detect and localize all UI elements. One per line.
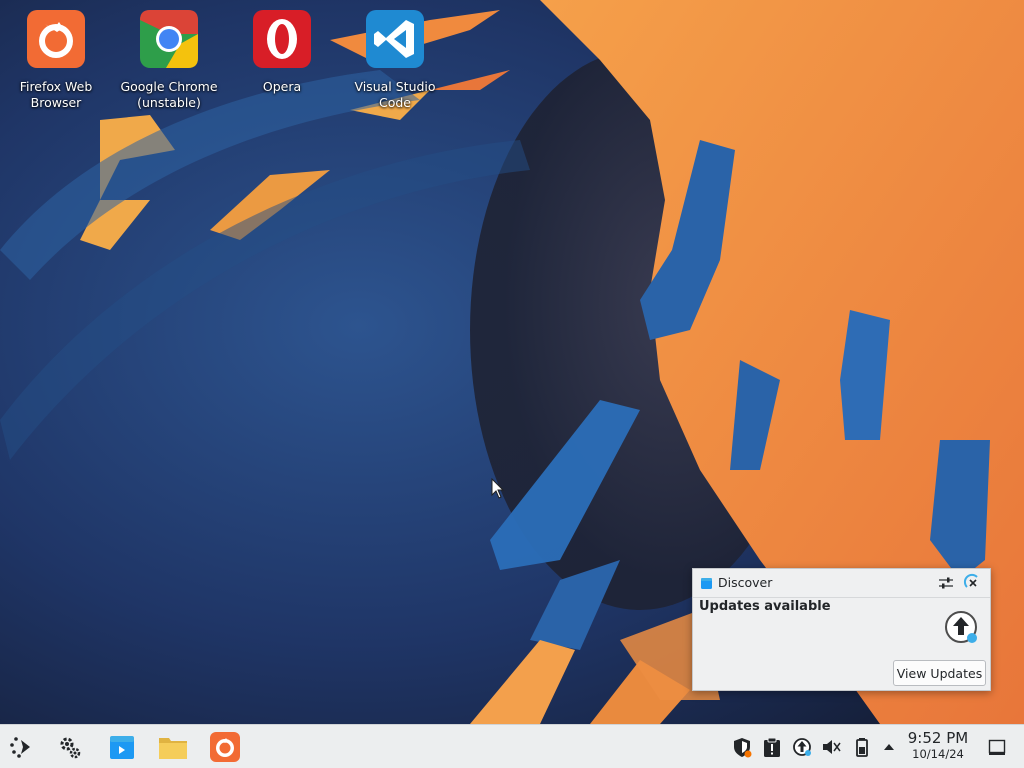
notification-title: Updates available	[699, 599, 831, 614]
desktop-icon-label: Visual Studio Code	[354, 79, 436, 110]
discover-icon[interactable]	[106, 731, 138, 763]
close-icon[interactable]	[963, 573, 983, 593]
settings-sliders-icon[interactable]	[937, 574, 955, 592]
notification-app-name: Discover	[718, 575, 773, 590]
opera-icon	[253, 10, 311, 68]
volume-muted-icon[interactable]	[820, 736, 842, 758]
desktop-icon-vscode[interactable]: Visual Studio Code	[340, 10, 450, 111]
vault-icon[interactable]	[731, 736, 753, 758]
show-desktop-icon[interactable]	[986, 736, 1008, 758]
application-launcher-icon[interactable]	[6, 731, 38, 763]
chrome-icon	[140, 10, 198, 68]
notification-popup: Discover Updates available View Updates	[692, 568, 991, 691]
desktop-icon-label: Firefox Web Browser	[19, 79, 93, 110]
desktop-icon-label: Google Chrome (unstable)	[120, 79, 218, 110]
desktop-icon-chrome[interactable]: Google Chrome (unstable)	[114, 10, 224, 111]
desktop-icon-label: Opera	[262, 79, 302, 94]
vscode-icon	[366, 10, 424, 68]
discover-icon	[701, 578, 712, 589]
notification-header: Discover	[693, 569, 990, 598]
clipboard-icon[interactable]	[761, 736, 783, 758]
digital-clock[interactable]: 9:52 PM 10/14/24	[904, 729, 972, 762]
file-manager-icon[interactable]	[157, 731, 189, 763]
desktop-icon-firefox[interactable]: Firefox Web Browser	[1, 10, 111, 111]
update-arrow-icon	[945, 611, 977, 643]
firefox-icon	[27, 10, 85, 68]
updates-icon[interactable]	[791, 736, 813, 758]
battery-icon[interactable]	[851, 736, 873, 758]
desktop: Firefox Web Browser Google Chrome (unsta…	[0, 0, 1024, 768]
mouse-cursor-icon	[491, 478, 505, 499]
system-settings-icon[interactable]	[54, 731, 86, 763]
taskbar: 9:52 PM 10/14/24	[0, 724, 1024, 768]
clock-time: 9:52 PM	[907, 729, 969, 747]
firefox-icon[interactable]	[209, 731, 241, 763]
expand-tray-icon[interactable]	[880, 738, 898, 756]
view-updates-button[interactable]: View Updates	[893, 660, 986, 686]
clock-date: 10/14/24	[912, 747, 964, 761]
desktop-icon-opera[interactable]: Opera	[227, 10, 337, 95]
